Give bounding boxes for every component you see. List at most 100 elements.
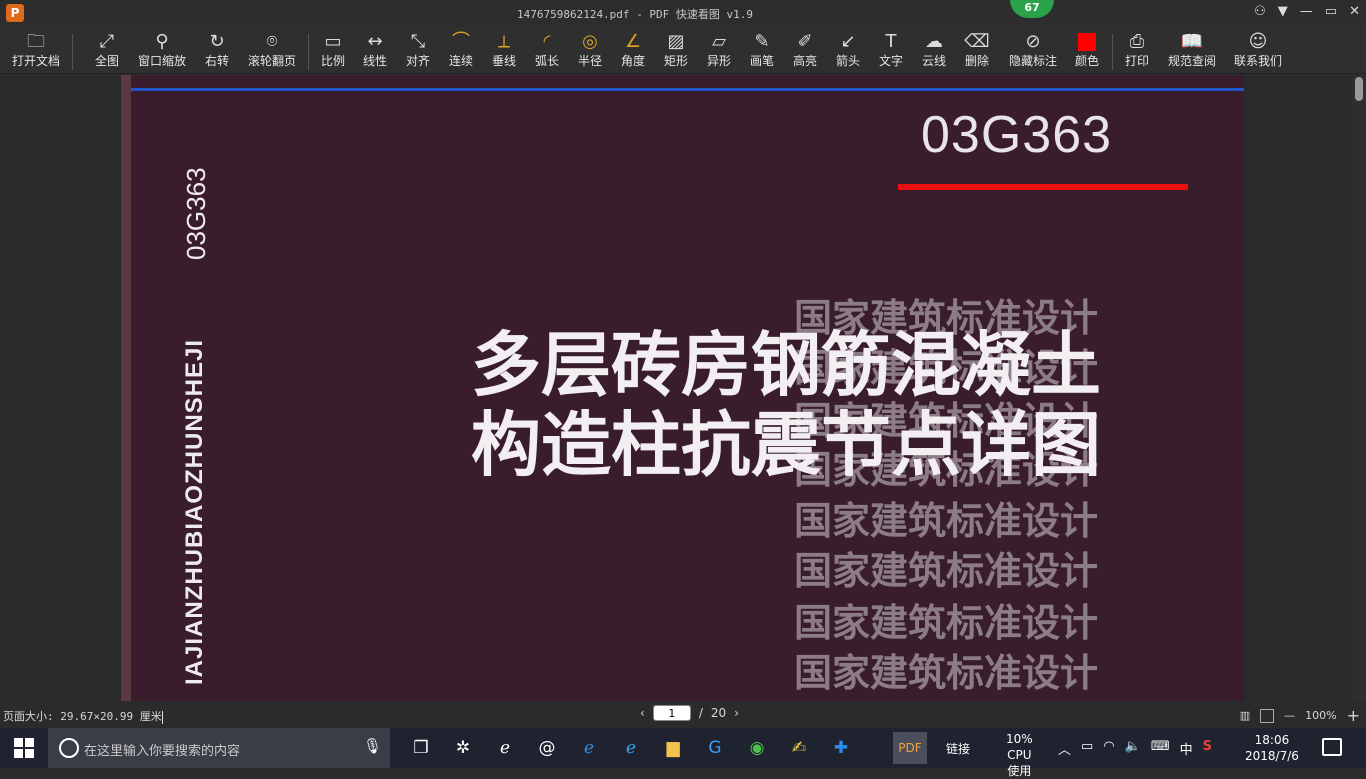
polygon-area-button[interactable]: ▱ 异形: [702, 30, 736, 72]
next-page-icon[interactable]: ›: [734, 706, 739, 720]
show-hidden-icons-icon[interactable]: ︿: [1058, 739, 1071, 758]
sogou-ime-icon[interactable]: S: [1203, 739, 1212, 758]
standards-lookup-button[interactable]: 📖 规范查阅: [1164, 30, 1220, 72]
volume-icon[interactable]: 🔈: [1125, 739, 1141, 758]
top-blue-line: [131, 88, 1244, 91]
main-toolbar: 🗀 打开文档 ⤢ 全图 ⚲ 窗口缩放 ↻ 右转 ⌾ 滚轮翻页 ▭ 比例 ↔ 线性 ⤡ 对齐 ⌒ 连…: [0, 26, 1366, 74]
chrome-like-icon[interactable]: G: [699, 734, 731, 762]
window-zoom-button[interactable]: ⚲ 窗口缩放: [134, 30, 190, 72]
open-document-button[interactable]: 🗀 打开文档: [8, 30, 64, 72]
pdf-page[interactable]: 03G363 IAJIANZHUBIAOZHUNSHEJI 03G363 国家建…: [121, 75, 1244, 701]
spine-pinyin: IAJIANZHUBIAOZHUNSHEJI: [181, 338, 208, 685]
rotate-right-icon: ↻: [209, 31, 225, 52]
delete-button[interactable]: ⌫ 删除: [960, 30, 994, 72]
edge-icon[interactable]: ℯ: [573, 734, 605, 762]
arc-length-button[interactable]: ◜ 弧长: [530, 30, 564, 72]
rectangle-area-icon: ▨: [667, 31, 685, 52]
prev-page-icon[interactable]: ‹: [640, 706, 645, 720]
task-view-icon[interactable]: ❐: [405, 734, 437, 762]
page-size-info: 页面大小: 29.67×20.99 厘米: [3, 710, 163, 724]
hide-annotation-icon: ⊘: [1025, 31, 1041, 52]
perpendicular-button[interactable]: ⟂ 垂线: [487, 30, 521, 72]
toolbar-divider: [308, 34, 309, 70]
hide-annotation-button[interactable]: ⊘ 隐藏标注: [1005, 30, 1061, 72]
file-explorer-icon[interactable]: ▆: [657, 734, 689, 762]
print-button[interactable]: ⎙ 打印: [1120, 30, 1154, 72]
scale-button[interactable]: ▭ 比例: [316, 30, 350, 72]
page-separator: /: [698, 706, 703, 720]
text-button[interactable]: T 文字: [874, 30, 908, 72]
document-code: 03G363: [921, 106, 1113, 164]
fan-app-icon[interactable]: ✲: [447, 734, 479, 762]
document-title: 多层砖房钢筋混凝土 构造柱抗震节点详图: [471, 325, 1101, 485]
aligned-measure-button[interactable]: ⤡ 对齐: [401, 30, 435, 72]
continuous-view-icon[interactable]: [1260, 708, 1275, 723]
blue-plus-app-icon[interactable]: ✚: [825, 734, 857, 762]
cloud-line-button[interactable]: ☁ 云线: [917, 30, 951, 72]
color-button[interactable]: 颜色: [1070, 30, 1104, 72]
notes-app-icon[interactable]: ✍: [783, 734, 815, 762]
contact-us-button[interactable]: ☺ 联系我们: [1230, 30, 1286, 72]
window-controls: ⚇ ▼ — ▭ ✕: [1254, 4, 1360, 19]
minimize-icon[interactable]: —: [1300, 4, 1313, 19]
battery-icon[interactable]: ▭: [1081, 739, 1093, 758]
link-label[interactable]: 链接: [946, 740, 970, 757]
windows-start-icon[interactable]: [14, 738, 34, 758]
current-page-input[interactable]: [652, 705, 691, 721]
pen-icon: ✎: [754, 31, 770, 52]
zoom-out-button[interactable]: —: [1284, 709, 1295, 722]
zoom-in-button[interactable]: +: [1347, 706, 1360, 725]
cpu-monitor[interactable]: 10% CPU使用: [1006, 731, 1033, 779]
watermark-text: 国家建筑标准设计: [794, 650, 1099, 695]
taskbar-search[interactable]: 在这里输入你要搜索的内容 🎙: [48, 728, 390, 768]
notification-center-icon[interactable]: [1322, 738, 1342, 756]
radius-button[interactable]: ◎ 半径: [573, 30, 607, 72]
menu-dropdown-icon[interactable]: ▼: [1278, 4, 1288, 19]
zoom-controls: ▥ — 100% +: [1240, 706, 1360, 725]
microphone-icon[interactable]: 🎙: [363, 737, 382, 755]
scrollbar-thumb[interactable]: [1355, 77, 1363, 101]
arrow-button[interactable]: ↙ 箭头: [831, 30, 865, 72]
system-clock[interactable]: 18:06 2018/7/6: [1245, 732, 1299, 764]
total-pages: 20: [710, 706, 727, 720]
green-browser-icon[interactable]: ◉: [741, 734, 773, 762]
rotate-right-button[interactable]: ↻ 右转: [198, 30, 236, 72]
wifi-icon[interactable]: ◠: [1103, 739, 1114, 758]
keyboard-icon[interactable]: ⌨: [1151, 739, 1170, 758]
ie-legacy-icon[interactable]: ℯ: [489, 734, 521, 762]
continuous-measure-button[interactable]: ⌒ 连续: [444, 30, 478, 72]
cloud-line-icon: ☁: [925, 31, 943, 52]
close-icon[interactable]: ✕: [1349, 4, 1360, 19]
text-icon: T: [885, 31, 897, 52]
pdf-viewer-taskbar-app[interactable]: PDF: [893, 732, 927, 764]
radius-icon: ◎: [582, 31, 598, 52]
contact-icon: ☺: [1248, 31, 1268, 52]
rectangle-area-button[interactable]: ▨ 矩形: [659, 30, 693, 72]
linear-measure-button[interactable]: ↔ 线性: [358, 30, 392, 72]
angle-button[interactable]: ∠ 角度: [616, 30, 650, 72]
toolbar-divider: [72, 34, 73, 70]
perpendicular-icon: ⟂: [497, 31, 510, 52]
internet-explorer-icon[interactable]: ℯ: [615, 734, 647, 762]
tray-icons: ︿ ▭ ◠ 🔈 ⌨ 中 S: [1058, 739, 1212, 758]
pen-button[interactable]: ✎ 画笔: [745, 30, 779, 72]
watermark-text: 国家建筑标准设计: [794, 600, 1099, 645]
ime-indicator[interactable]: 中: [1180, 739, 1193, 758]
arc-length-icon: ◜: [543, 31, 551, 52]
windows-taskbar: 在这里输入你要搜索的内容 🎙 ❐ ✲ ℯ @ ℯ ℯ ▆ G ◉ ✍ ✚ PDF…: [0, 728, 1366, 778]
vertical-scrollbar[interactable]: [1352, 75, 1366, 701]
watermark-text: 国家建筑标准设计: [794, 548, 1099, 593]
fit-page-button[interactable]: ⤢ 全图: [88, 30, 126, 72]
printer-icon: ⎙: [1129, 31, 1145, 52]
angle-icon: ∠: [624, 31, 642, 52]
title-line-1: 多层砖房钢筋混凝土: [471, 324, 1101, 406]
color-swatch-icon: [1070, 30, 1104, 54]
wheel-page-button[interactable]: ⌾ 滚轮翻页: [244, 30, 300, 72]
account-icon[interactable]: ⚇: [1254, 4, 1266, 19]
page-edge: [121, 75, 131, 701]
browser-spiral-icon[interactable]: @: [531, 734, 563, 762]
single-page-view-icon[interactable]: ▥: [1240, 709, 1250, 722]
magnifier-icon: ⚲: [155, 31, 169, 52]
maximize-icon[interactable]: ▭: [1325, 4, 1337, 19]
highlight-button[interactable]: ✐ 高亮: [788, 30, 822, 72]
